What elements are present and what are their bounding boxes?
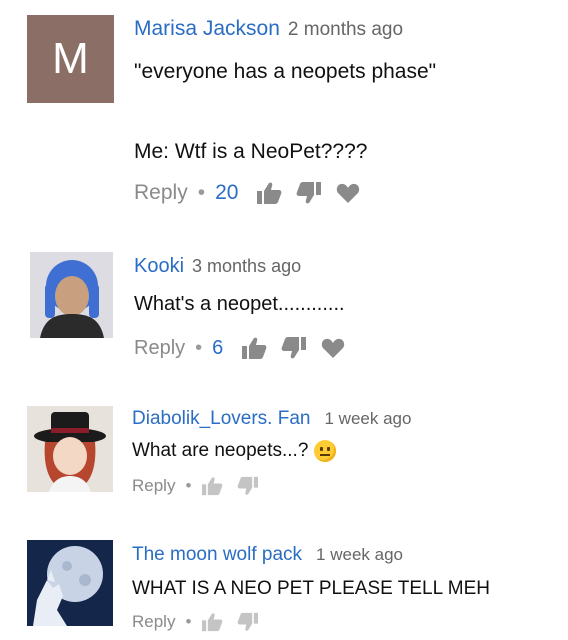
like-count: 6	[212, 336, 224, 359]
comment-actions: Reply • 6	[134, 336, 359, 360]
comment-body: Marisa Jackson 2 months ago "everyone has…	[134, 14, 436, 205]
thumbs-up-icon[interactable]	[241, 336, 267, 360]
avatar[interactable]: M	[27, 15, 114, 103]
reply-button[interactable]: Reply	[134, 181, 188, 205]
comment-body: Diabolik_Lovers. Fan 1 week ago What are …	[132, 406, 411, 496]
author-name[interactable]: Marisa Jackson	[134, 17, 280, 40]
comment-text-line: WHAT IS A NEO PET PLEASE TELL MEH	[132, 578, 490, 599]
comment-body: The moon wolf pack 1 week ago WHAT IS A N…	[132, 542, 490, 632]
comment-kooki: Kooki 3 months ago What's a neopet.......…	[0, 240, 568, 390]
avatar[interactable]	[30, 252, 113, 338]
comment-header: The moon wolf pack 1 week ago	[132, 542, 490, 568]
comment-diabolik-lovers-fan: Diabolik_Lovers. Fan 1 week ago What are …	[0, 398, 568, 518]
comment-header: Marisa Jackson 2 months ago	[134, 14, 436, 45]
comment-marisa-jackson: M Marisa Jackson 2 months ago "everyone h…	[0, 0, 568, 235]
separator-dot: •	[185, 612, 192, 631]
comment-text-line: "everyone has a neopets phase"	[134, 60, 437, 83]
heart-icon[interactable]	[321, 337, 345, 359]
thumbs-down-icon[interactable]	[281, 336, 307, 360]
thumbs-up-icon[interactable]	[201, 476, 223, 496]
thumbs-up-icon[interactable]	[256, 181, 282, 205]
avatar[interactable]	[27, 540, 113, 626]
separator-dot: •	[197, 181, 206, 204]
reply-button[interactable]: Reply	[134, 337, 185, 360]
heart-icon[interactable]	[336, 182, 360, 204]
author-name[interactable]: Kooki	[134, 255, 184, 277]
comment-text-line: What are neopets...?	[132, 440, 309, 461]
separator-dot: •	[195, 336, 203, 359]
reply-button[interactable]: Reply	[132, 476, 175, 496]
comment-text-line: What's a neopet............	[134, 293, 345, 315]
comment-text-line: Me: Wtf is a NeoPet????	[134, 140, 368, 163]
thumbs-down-icon[interactable]	[237, 612, 259, 632]
author-name[interactable]: The moon wolf pack	[132, 544, 302, 565]
avatar-letter: M	[52, 34, 89, 83]
avatar[interactable]	[27, 406, 113, 492]
comment-the-moon-wolf-pack: The moon wolf pack 1 week ago WHAT IS A N…	[0, 530, 568, 640]
thumbs-down-icon[interactable]	[296, 181, 322, 205]
author-name[interactable]: Diabolik_Lovers. Fan	[132, 408, 310, 429]
smiley-emoji-icon	[314, 440, 337, 462]
reply-button[interactable]: Reply	[132, 612, 175, 632]
comment-time[interactable]: 1 week ago	[324, 409, 411, 428]
comment-actions: Reply • 20	[134, 181, 436, 205]
comment-actions: Reply •	[132, 612, 490, 632]
like-count: 20	[215, 181, 239, 204]
comment-text: What are neopets...?	[132, 438, 411, 464]
separator-dot: •	[185, 476, 192, 495]
comment-time[interactable]: 1 week ago	[316, 545, 403, 564]
comment-time[interactable]: 2 months ago	[288, 19, 403, 40]
thumbs-down-icon[interactable]	[237, 476, 259, 496]
thumbs-up-icon[interactable]	[201, 612, 223, 632]
comment-actions: Reply •	[132, 476, 411, 496]
comment-time[interactable]: 3 months ago	[192, 256, 301, 276]
comment-header: Diabolik_Lovers. Fan 1 week ago	[132, 406, 411, 432]
comment-body: Kooki 3 months ago What's a neopet.......…	[134, 252, 359, 360]
comment-header: Kooki 3 months ago	[134, 252, 359, 280]
